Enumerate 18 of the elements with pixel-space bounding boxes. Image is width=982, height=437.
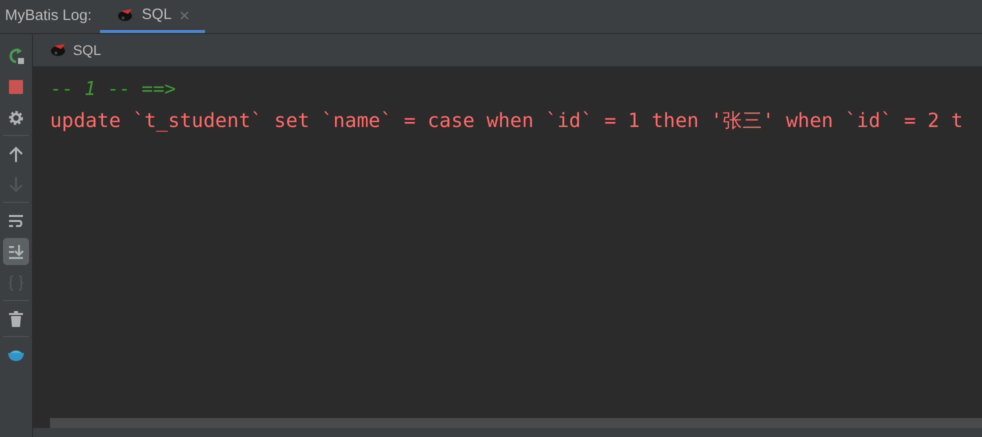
console-tab-title[interactable]: SQL [73,40,102,60]
tab[interactable]: SQL [100,0,205,33]
rerun-icon [7,46,25,64]
stop-icon [9,80,23,94]
sql-line: update `t_student` set `name` = case when `id` = 1 then '张三' when `id` = 2 t [50,108,964,134]
scroll-to-end-icon [8,244,24,260]
bowl-icon [7,348,25,362]
trash-icon [9,310,23,326]
comment-line: -- 1 -- ==> [50,77,177,102]
arrow-up-icon [9,146,23,162]
settings-icon [8,110,24,126]
tab-title: SQL [142,4,172,25]
horizontal-scrollbar[interactable] [33,418,982,428]
bird-icon [116,8,134,22]
soft-wrap-icon [8,212,24,228]
toolbar-button[interactable] [3,238,29,265]
tool-window-title: MyBatis Log: [4,6,93,26]
bird-icon [49,43,67,57]
